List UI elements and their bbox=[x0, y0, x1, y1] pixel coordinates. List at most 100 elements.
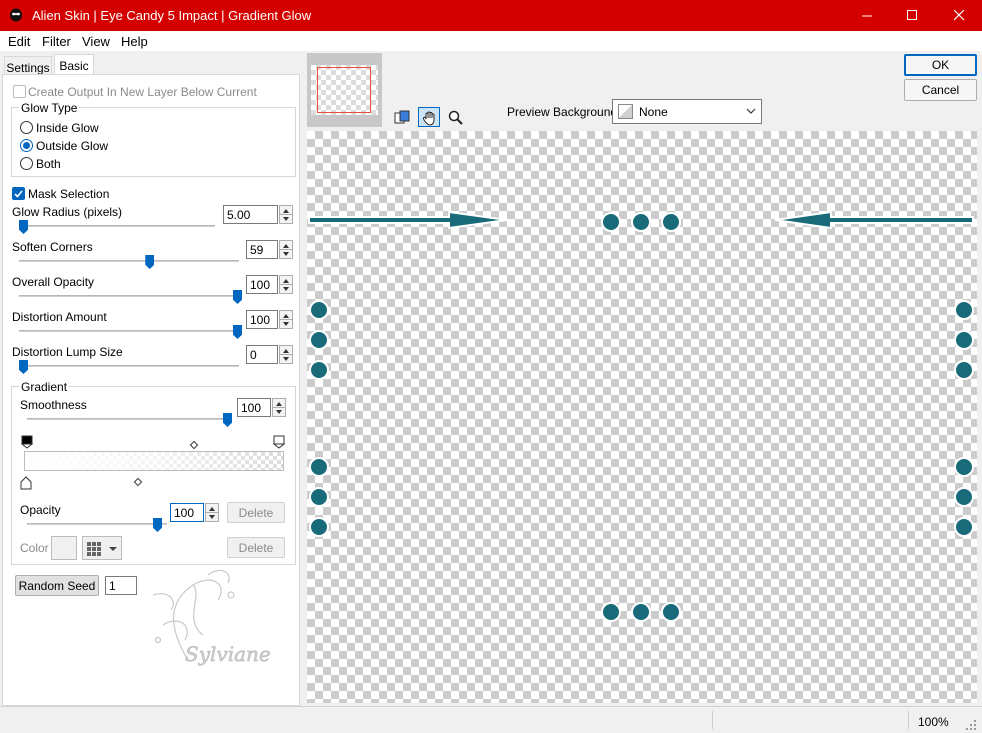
menu-help[interactable]: Help bbox=[121, 34, 148, 49]
compare-tool-button[interactable] bbox=[390, 107, 412, 127]
resize-grip-icon[interactable] bbox=[966, 720, 978, 732]
opacity-value[interactable]: 100 bbox=[170, 503, 204, 522]
hand-tool-button[interactable] bbox=[418, 107, 440, 127]
opacity-stop-marker[interactable] bbox=[20, 476, 32, 490]
distortion-lump-size-value[interactable]: 0 bbox=[246, 345, 278, 364]
glow-radius-spinner[interactable]: 5.00 bbox=[223, 205, 293, 224]
dot bbox=[661, 212, 681, 232]
dot bbox=[661, 602, 681, 622]
cancel-button[interactable]: Cancel bbox=[904, 79, 977, 101]
distortion-lump-size-track[interactable] bbox=[19, 365, 239, 367]
dot bbox=[631, 602, 651, 622]
dot bbox=[631, 212, 651, 232]
dot bbox=[309, 457, 329, 477]
soften-corners-value[interactable]: 59 bbox=[246, 240, 278, 259]
overall-opacity-spinner[interactable]: 100 bbox=[246, 275, 293, 294]
delete-color-stop-button[interactable]: Delete bbox=[227, 537, 285, 558]
distortion-amount-value[interactable]: 100 bbox=[246, 310, 278, 329]
maximize-button[interactable] bbox=[889, 0, 935, 31]
color-stop-black-marker[interactable] bbox=[21, 435, 33, 449]
gradient-bar[interactable] bbox=[24, 451, 284, 471]
preview-canvas[interactable] bbox=[307, 131, 977, 703]
smoothness-spin-arrows[interactable] bbox=[272, 398, 286, 417]
close-icon bbox=[953, 10, 964, 21]
opacity-track[interactable] bbox=[27, 523, 167, 525]
zoom-level: 100% bbox=[918, 715, 949, 729]
distortion-amount-slider-thumb[interactable] bbox=[233, 325, 242, 339]
menu-view[interactable]: View bbox=[82, 34, 110, 49]
title-bar: Alien Skin | Eye Candy 5 Impact | Gradie… bbox=[0, 0, 982, 31]
dot bbox=[309, 487, 329, 507]
overall-opacity-spin-arrows[interactable] bbox=[279, 275, 293, 294]
soften-corners-track[interactable] bbox=[19, 260, 239, 262]
tab-settings[interactable]: Settings bbox=[4, 56, 52, 75]
soften-corners-spinner[interactable]: 59 bbox=[246, 240, 293, 259]
background-swatch bbox=[618, 104, 633, 119]
distortion-amount-spin-arrows[interactable] bbox=[279, 310, 293, 329]
color-palette-button[interactable] bbox=[82, 536, 122, 560]
arrow-left-shape bbox=[774, 210, 974, 230]
menu-filter[interactable]: Filter bbox=[42, 34, 71, 49]
overall-opacity-track[interactable] bbox=[19, 295, 239, 297]
preview-image bbox=[308, 210, 974, 622]
distortion-lump-size-slider-thumb[interactable] bbox=[19, 360, 28, 374]
mask-selection-checkbox[interactable] bbox=[12, 187, 25, 200]
settings-panel: Settings Basic Create Output In New Laye… bbox=[0, 51, 302, 706]
zoom-tool-button[interactable] bbox=[444, 107, 466, 127]
menu-edit[interactable]: Edit bbox=[8, 34, 30, 49]
soften-corners-spin-arrows[interactable] bbox=[279, 240, 293, 259]
minimize-icon bbox=[861, 15, 872, 17]
hand-icon bbox=[423, 111, 435, 126]
status-bar: 100% bbox=[0, 706, 982, 733]
dot bbox=[954, 360, 974, 380]
tab-basic[interactable]: Basic bbox=[54, 54, 94, 74]
navigator-viewport-frame[interactable] bbox=[317, 67, 371, 113]
random-seed-button[interactable]: Random Seed bbox=[15, 575, 99, 596]
opacity-label: Opacity bbox=[20, 503, 61, 517]
sylviane-watermark-logo: Sylviane bbox=[152, 569, 271, 666]
dot bbox=[601, 212, 621, 232]
glow-radius-track[interactable] bbox=[19, 225, 215, 227]
grid-icon bbox=[87, 542, 101, 556]
ok-button[interactable]: OK bbox=[904, 54, 977, 76]
color-swatch[interactable] bbox=[51, 536, 77, 560]
inside-glow-label: Inside Glow bbox=[36, 121, 99, 135]
smoothness-spinner[interactable]: 100 bbox=[237, 398, 287, 417]
glow-radius-slider-thumb[interactable] bbox=[19, 220, 28, 234]
dot bbox=[954, 300, 974, 320]
distortion-amount-track[interactable] bbox=[19, 330, 239, 332]
preview-background-dropdown[interactable]: None bbox=[612, 99, 762, 124]
distortion-amount-label: Distortion Amount bbox=[12, 310, 107, 324]
delete-opacity-stop-button[interactable]: Delete bbox=[227, 502, 285, 523]
dot bbox=[954, 330, 974, 350]
opacity-spinner[interactable]: 100 bbox=[170, 503, 220, 522]
smoothness-value[interactable]: 100 bbox=[237, 398, 271, 417]
minimize-button[interactable] bbox=[844, 0, 890, 31]
color-label: Color bbox=[20, 541, 49, 555]
smoothness-track[interactable] bbox=[27, 418, 231, 420]
close-button[interactable] bbox=[936, 0, 982, 31]
radio-outside-glow[interactable] bbox=[20, 139, 33, 152]
overall-opacity-value[interactable]: 100 bbox=[246, 275, 278, 294]
dot bbox=[954, 487, 974, 507]
navigator-thumbnail[interactable] bbox=[307, 53, 382, 127]
compare-icon bbox=[394, 110, 410, 124]
dot bbox=[954, 457, 974, 477]
distortion-lump-size-spin-arrows[interactable] bbox=[279, 345, 293, 364]
create-output-checkbox[interactable] bbox=[13, 85, 26, 98]
soften-corners-label: Soften Corners bbox=[12, 240, 93, 254]
alien-skin-icon bbox=[10, 8, 22, 22]
dot bbox=[309, 360, 329, 380]
radio-inside-glow[interactable] bbox=[20, 121, 33, 134]
soften-corners-slider-thumb[interactable] bbox=[145, 255, 155, 269]
radio-both[interactable] bbox=[20, 157, 33, 170]
distortion-lump-size-spinner[interactable]: 0 bbox=[246, 345, 293, 364]
distortion-amount-spinner[interactable]: 100 bbox=[246, 310, 293, 329]
glow-radius-spin-arrows[interactable] bbox=[279, 205, 293, 224]
opacity-spin-arrows[interactable] bbox=[205, 503, 219, 522]
color-stop-white-marker[interactable] bbox=[273, 435, 285, 449]
glow-radius-value[interactable]: 5.00 bbox=[223, 205, 278, 224]
smoothness-label: Smoothness bbox=[20, 398, 87, 412]
overall-opacity-slider-thumb[interactable] bbox=[233, 290, 242, 304]
chevron-down-icon bbox=[109, 547, 117, 551]
